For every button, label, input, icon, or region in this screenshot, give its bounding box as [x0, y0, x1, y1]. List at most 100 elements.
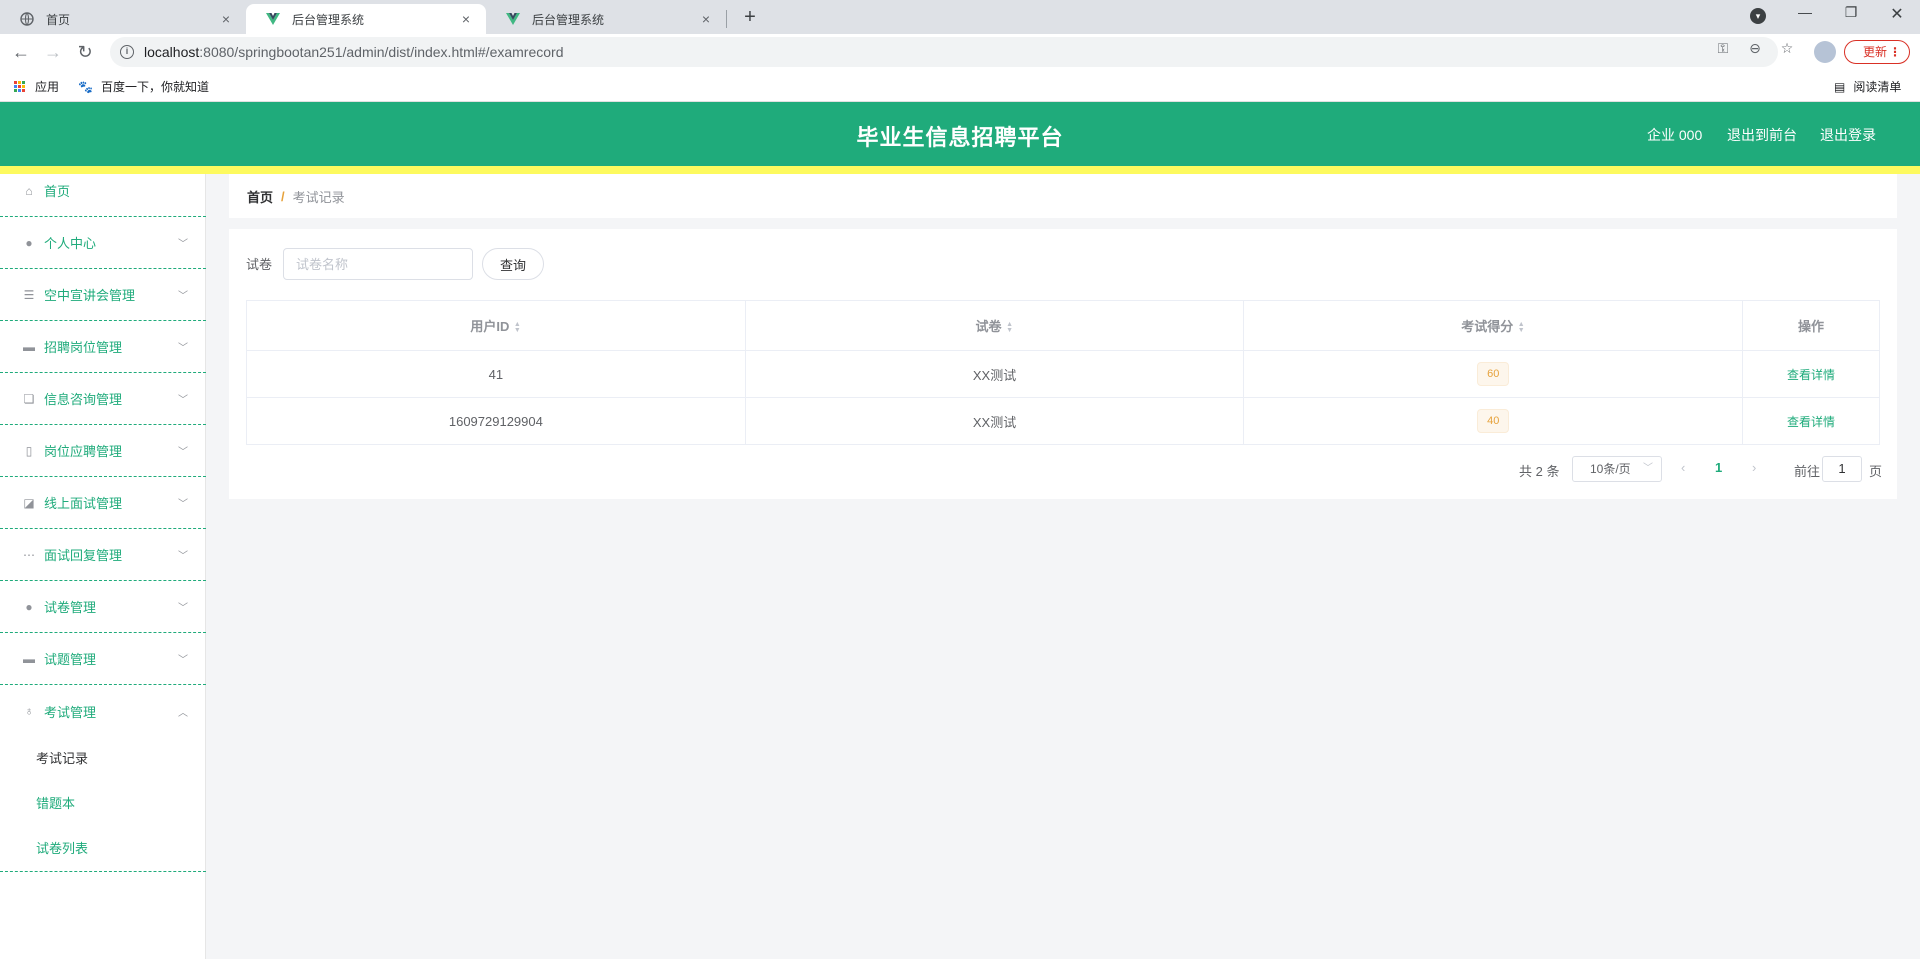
close-icon[interactable]: ×	[698, 11, 714, 27]
chevron-down-icon: ﹀	[178, 395, 188, 406]
vue-logo-icon	[506, 12, 520, 26]
app-header: 毕业生信息招聘平台 企业 000 退出到前台 退出登录	[0, 102, 1920, 166]
tab-title: 后台管理系统	[532, 12, 605, 27]
query-button[interactable]: 查询	[482, 248, 544, 280]
chevron-down-icon: ﹀	[178, 655, 188, 666]
sidebar-item-online-interview[interactable]: ◪ 线上面试管理 ﹀	[0, 477, 206, 529]
back-icon[interactable]: ←	[9, 40, 33, 64]
chevron-down-icon: ﹀	[178, 239, 188, 250]
bookmark-label: 百度一下，你就知道	[100, 80, 209, 94]
sort-icon[interactable]: ▲ ▼	[1517, 321, 1525, 334]
browser-tab-admin[interactable]: 后台管理系统 ×	[486, 4, 726, 34]
update-button[interactable]: 更新 ⋮	[1844, 40, 1910, 64]
sidebar-item-briefing[interactable]: ☰ 空中宣讲会管理 ﹀	[0, 269, 206, 321]
view-details-button[interactable]: 查看详情	[1787, 415, 1835, 429]
site-info-icon[interactable]: i	[120, 45, 134, 59]
home-icon: ⌂	[25, 183, 33, 198]
sidebar-item-jobs[interactable]: ▬ 招聘岗位管理 ﹀	[0, 321, 206, 373]
column-header-paper[interactable]: 试卷 ▲ ▼	[744, 300, 1245, 351]
minimize-icon[interactable]: —	[1790, 4, 1820, 20]
sidebar-item-label: 个人中心	[44, 236, 97, 251]
sidebar-item-home[interactable]: ⌂ 首页	[0, 165, 206, 217]
sidebar-item-interview-reply[interactable]: ⋯ 面试回复管理 ﹀	[0, 529, 206, 581]
submenu-label: 试卷列表	[36, 841, 89, 856]
cell-actions: 查看详情	[1742, 397, 1880, 445]
breadcrumb-current: 考试记录	[292, 189, 345, 205]
chat-icon: ⋯	[23, 547, 35, 562]
sort-icon[interactable]: ▲ ▼	[1006, 321, 1014, 334]
monitor-icon: ▬	[23, 339, 35, 354]
column-header-label: 操作	[1798, 319, 1825, 334]
page-suffix-label: 页	[1869, 464, 1883, 479]
globe-icon	[20, 12, 34, 26]
sidebar-item-label: 试卷管理	[44, 600, 97, 615]
header-user: 企业 000	[1647, 127, 1703, 143]
column-header-label: 考试得分	[1461, 319, 1514, 334]
prev-page-icon[interactable]: ‹	[1681, 460, 1685, 475]
page-number-current[interactable]: 1	[1715, 460, 1722, 475]
reload-icon[interactable]: ↻	[73, 40, 97, 64]
baidu-paw-icon: 🐾	[78, 79, 93, 94]
close-icon[interactable]: ×	[458, 11, 474, 27]
bookmarks-bar: 应用 🐾 百度一下，你就知道 ▤ 阅读清单	[0, 70, 1920, 102]
search-label: 试卷	[246, 257, 273, 272]
browser-tab-home[interactable]: 首页 ×	[0, 4, 246, 34]
reading-list-label: 阅读清单	[1853, 80, 1902, 94]
reading-list-icon: ▤	[1834, 79, 1846, 94]
sidebar-item-papers[interactable]: ● 试卷管理 ﹀	[0, 581, 206, 633]
submenu-paper-list[interactable]: 试卷列表	[0, 825, 206, 870]
page-jump-input[interactable]: 1	[1822, 456, 1862, 482]
sidebar-item-personal[interactable]: ● 个人中心 ﹀	[0, 217, 206, 269]
reading-list[interactable]: ▤ 阅读清单	[1834, 78, 1901, 95]
chart-icon: ◪	[23, 495, 35, 510]
star-icon[interactable]: ☆	[1777, 40, 1797, 57]
cell-score: 40	[1243, 397, 1744, 445]
chevron-down-icon: ﹀	[178, 343, 188, 354]
sidebar-item-applications[interactable]: ▯ 岗位应聘管理 ﹀	[0, 425, 206, 477]
box-icon: ▬	[23, 651, 35, 666]
address-bar[interactable]: i localhost:8080/springbootan251/admin/d…	[110, 37, 1778, 67]
submenu-wrong-book[interactable]: 错题本	[0, 780, 206, 825]
column-header-user-id[interactable]: 用户ID ▲ ▼	[246, 300, 746, 351]
profile-avatar[interactable]	[1814, 41, 1836, 63]
bookmark-apps[interactable]: 应用	[14, 78, 59, 95]
apps-grid-icon	[14, 81, 25, 92]
tab-title: 首页	[46, 12, 71, 27]
breadcrumb: 首页 / 考试记录	[229, 174, 1897, 218]
logout-link[interactable]: 退出登录	[1820, 125, 1876, 145]
microphone-icon: ♁	[24, 704, 34, 718]
zoom-icon[interactable]: ⊖	[1745, 40, 1765, 57]
list-icon: ☰	[23, 287, 35, 302]
tab-search-icon[interactable]: ▾	[1750, 8, 1766, 24]
sidebar-item-consult[interactable]: ❏ 信息咨询管理 ﹀	[0, 373, 206, 425]
new-tab-button[interactable]: +	[738, 6, 762, 29]
page-size-select[interactable]: 10条/页 ﹀	[1572, 456, 1662, 482]
paper-name-input[interactable]	[283, 248, 473, 280]
back-to-front-link[interactable]: 退出到前台	[1727, 125, 1797, 145]
sidebar-item-exams[interactable]: ♁ 考试管理 ︿	[0, 685, 206, 737]
chevron-down-icon: ﹀	[178, 291, 188, 302]
browser-tab-admin-active[interactable]: 后台管理系统 ×	[246, 4, 486, 34]
submenu-label: 考试记录	[36, 751, 89, 766]
sort-icon[interactable]: ▲ ▼	[513, 321, 521, 334]
table-header-row: 用户ID ▲ ▼ 试卷 ▲ ▼ 考试得分 ▲ ▼ 操作	[246, 300, 1880, 351]
bookmark-label: 应用	[35, 80, 60, 94]
score-tag: 60	[1477, 362, 1510, 386]
cell-paper: XX测试	[744, 397, 1245, 445]
browser-tab-bar: 首页 × 后台管理系统 × 后台管理系统 × + ▾ — ❐ ✕	[0, 0, 1920, 34]
submenu-exam-records[interactable]: 考试记录	[0, 735, 206, 780]
next-page-icon[interactable]: ›	[1752, 460, 1756, 475]
page-size-value: 10条/页	[1590, 462, 1631, 476]
bookmark-baidu[interactable]: 🐾 百度一下，你就知道	[78, 78, 209, 95]
forward-icon[interactable]: →	[41, 40, 65, 64]
key-icon[interactable]: ⚿	[1713, 40, 1733, 57]
breadcrumb-home[interactable]: 首页	[247, 187, 273, 206]
sidebar-item-questions[interactable]: ▬ 试题管理 ﹀	[0, 633, 206, 685]
close-icon[interactable]: ×	[218, 11, 234, 27]
copy-icon: ❏	[23, 391, 35, 406]
app-title: 毕业生信息招聘平台	[856, 125, 1064, 150]
view-details-button[interactable]: 查看详情	[1787, 368, 1835, 382]
window-close-icon[interactable]: ✕	[1882, 4, 1912, 24]
column-header-score[interactable]: 考试得分 ▲ ▼	[1243, 300, 1744, 351]
restore-icon[interactable]: ❐	[1836, 4, 1866, 21]
